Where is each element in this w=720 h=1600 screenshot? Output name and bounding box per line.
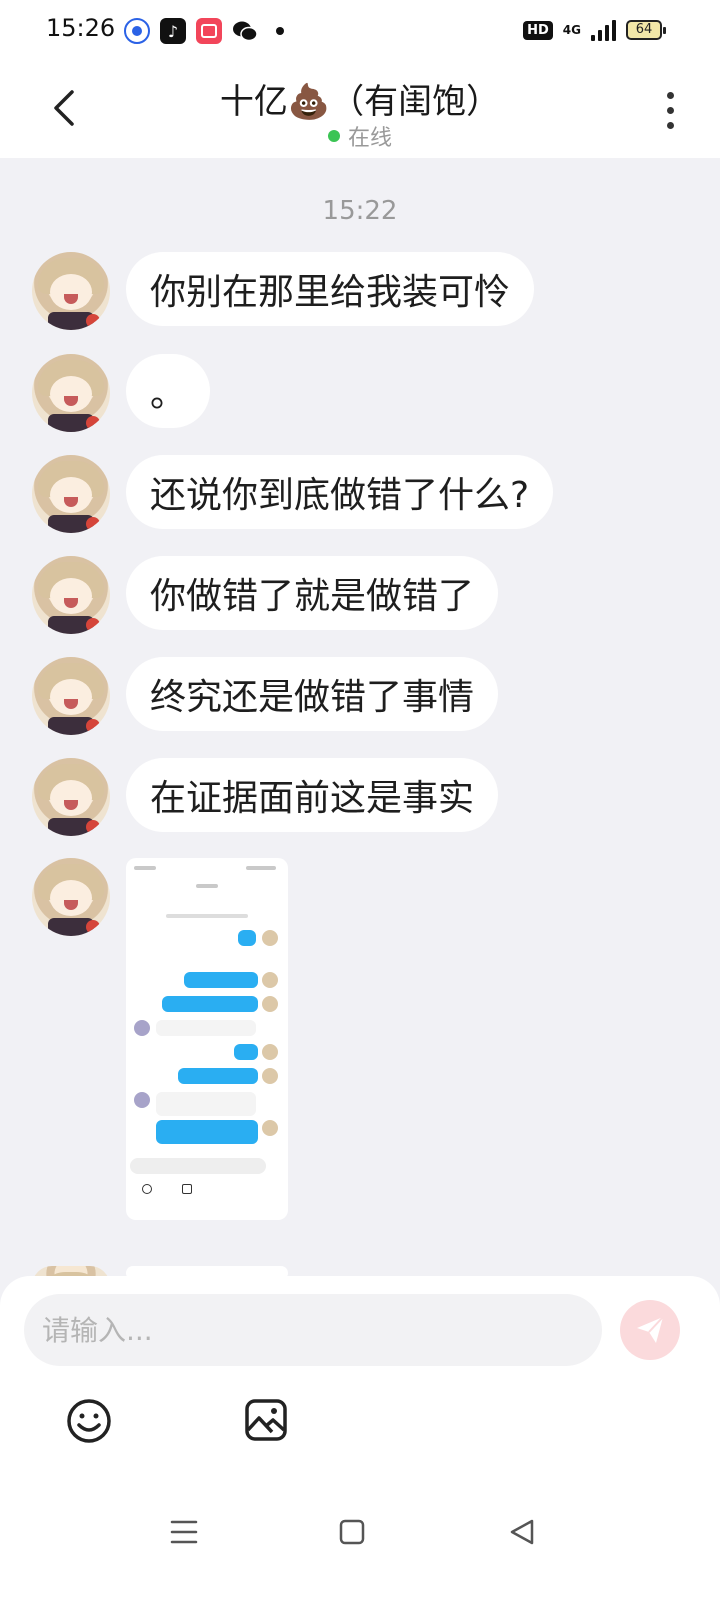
send-icon [637,1316,664,1343]
avatar[interactable] [32,455,110,533]
message-row: 终究还是做错了事情 [32,657,499,735]
emoji-button[interactable] [66,1398,112,1444]
douyin-icon [160,18,186,44]
send-button[interactable] [620,1300,680,1360]
online-status-label: 在线 [347,126,392,151]
wechat-icon [232,18,258,44]
baidu-icon [124,18,150,44]
signal-icon [591,19,616,41]
square-icon [339,1519,365,1545]
hd-badge: HD [523,20,553,40]
online-dot-icon [327,130,340,142]
status-app-icons [124,18,284,44]
status-bar: 15:26 HD 4G 64 [0,0,720,62]
message-bubble[interactable]: 还说你到底做错了什么? [126,455,554,529]
message-timestamp: 15:22 [322,196,398,226]
chat-header: 十亿💩（有闺饱） 在线 [0,62,720,158]
online-status: 在线 [0,120,720,152]
contact-name: 十亿💩（有闺饱） [219,82,501,122]
more-options-button[interactable] [667,92,674,129]
menu-icon [170,1520,198,1544]
status-indicators: HD 4G 64 [523,19,666,41]
message-row: 你别在那里给我装可怜 [32,252,535,330]
message-bubble[interactable]: 。 [126,354,211,428]
message-bubble[interactable]: 在证据面前这是事实 [126,758,499,832]
message-bubble[interactable]: 终究还是做错了事情 [126,657,499,731]
image-icon [245,1399,287,1441]
message-row [32,858,288,1220]
avatar[interactable] [32,858,110,936]
network-type: 4G [562,23,581,37]
smile-icon [67,1399,111,1443]
status-time: 15:26 [46,14,116,42]
message-bubble[interactable]: 你别在那里给我装可怜 [126,252,535,326]
home-button[interactable] [332,1512,372,1552]
battery-icon: 64 [626,20,666,40]
avatar[interactable] [32,354,110,432]
triangle-back-icon [510,1519,534,1545]
message-bubble[interactable]: 你做错了就是做错了 [126,556,499,630]
app-red-icon [196,18,222,44]
avatar[interactable] [32,556,110,634]
message-row: 你做错了就是做错了 [32,556,499,634]
image-message-thumbnail[interactable] [126,858,288,1220]
message-row: 在证据面前这是事实 [32,758,499,836]
message-row: 还说你到底做错了什么? [32,455,554,533]
avatar[interactable] [32,252,110,330]
back-nav-button[interactable] [502,1512,542,1552]
image-picker-button[interactable] [244,1398,288,1442]
avatar[interactable] [32,657,110,735]
notification-dot-icon [276,27,284,35]
message-row: 。 [32,354,211,432]
system-nav-bar [0,1488,720,1600]
avatar[interactable] [32,758,110,836]
menu-button[interactable] [164,1512,204,1552]
message-input[interactable] [24,1294,602,1366]
